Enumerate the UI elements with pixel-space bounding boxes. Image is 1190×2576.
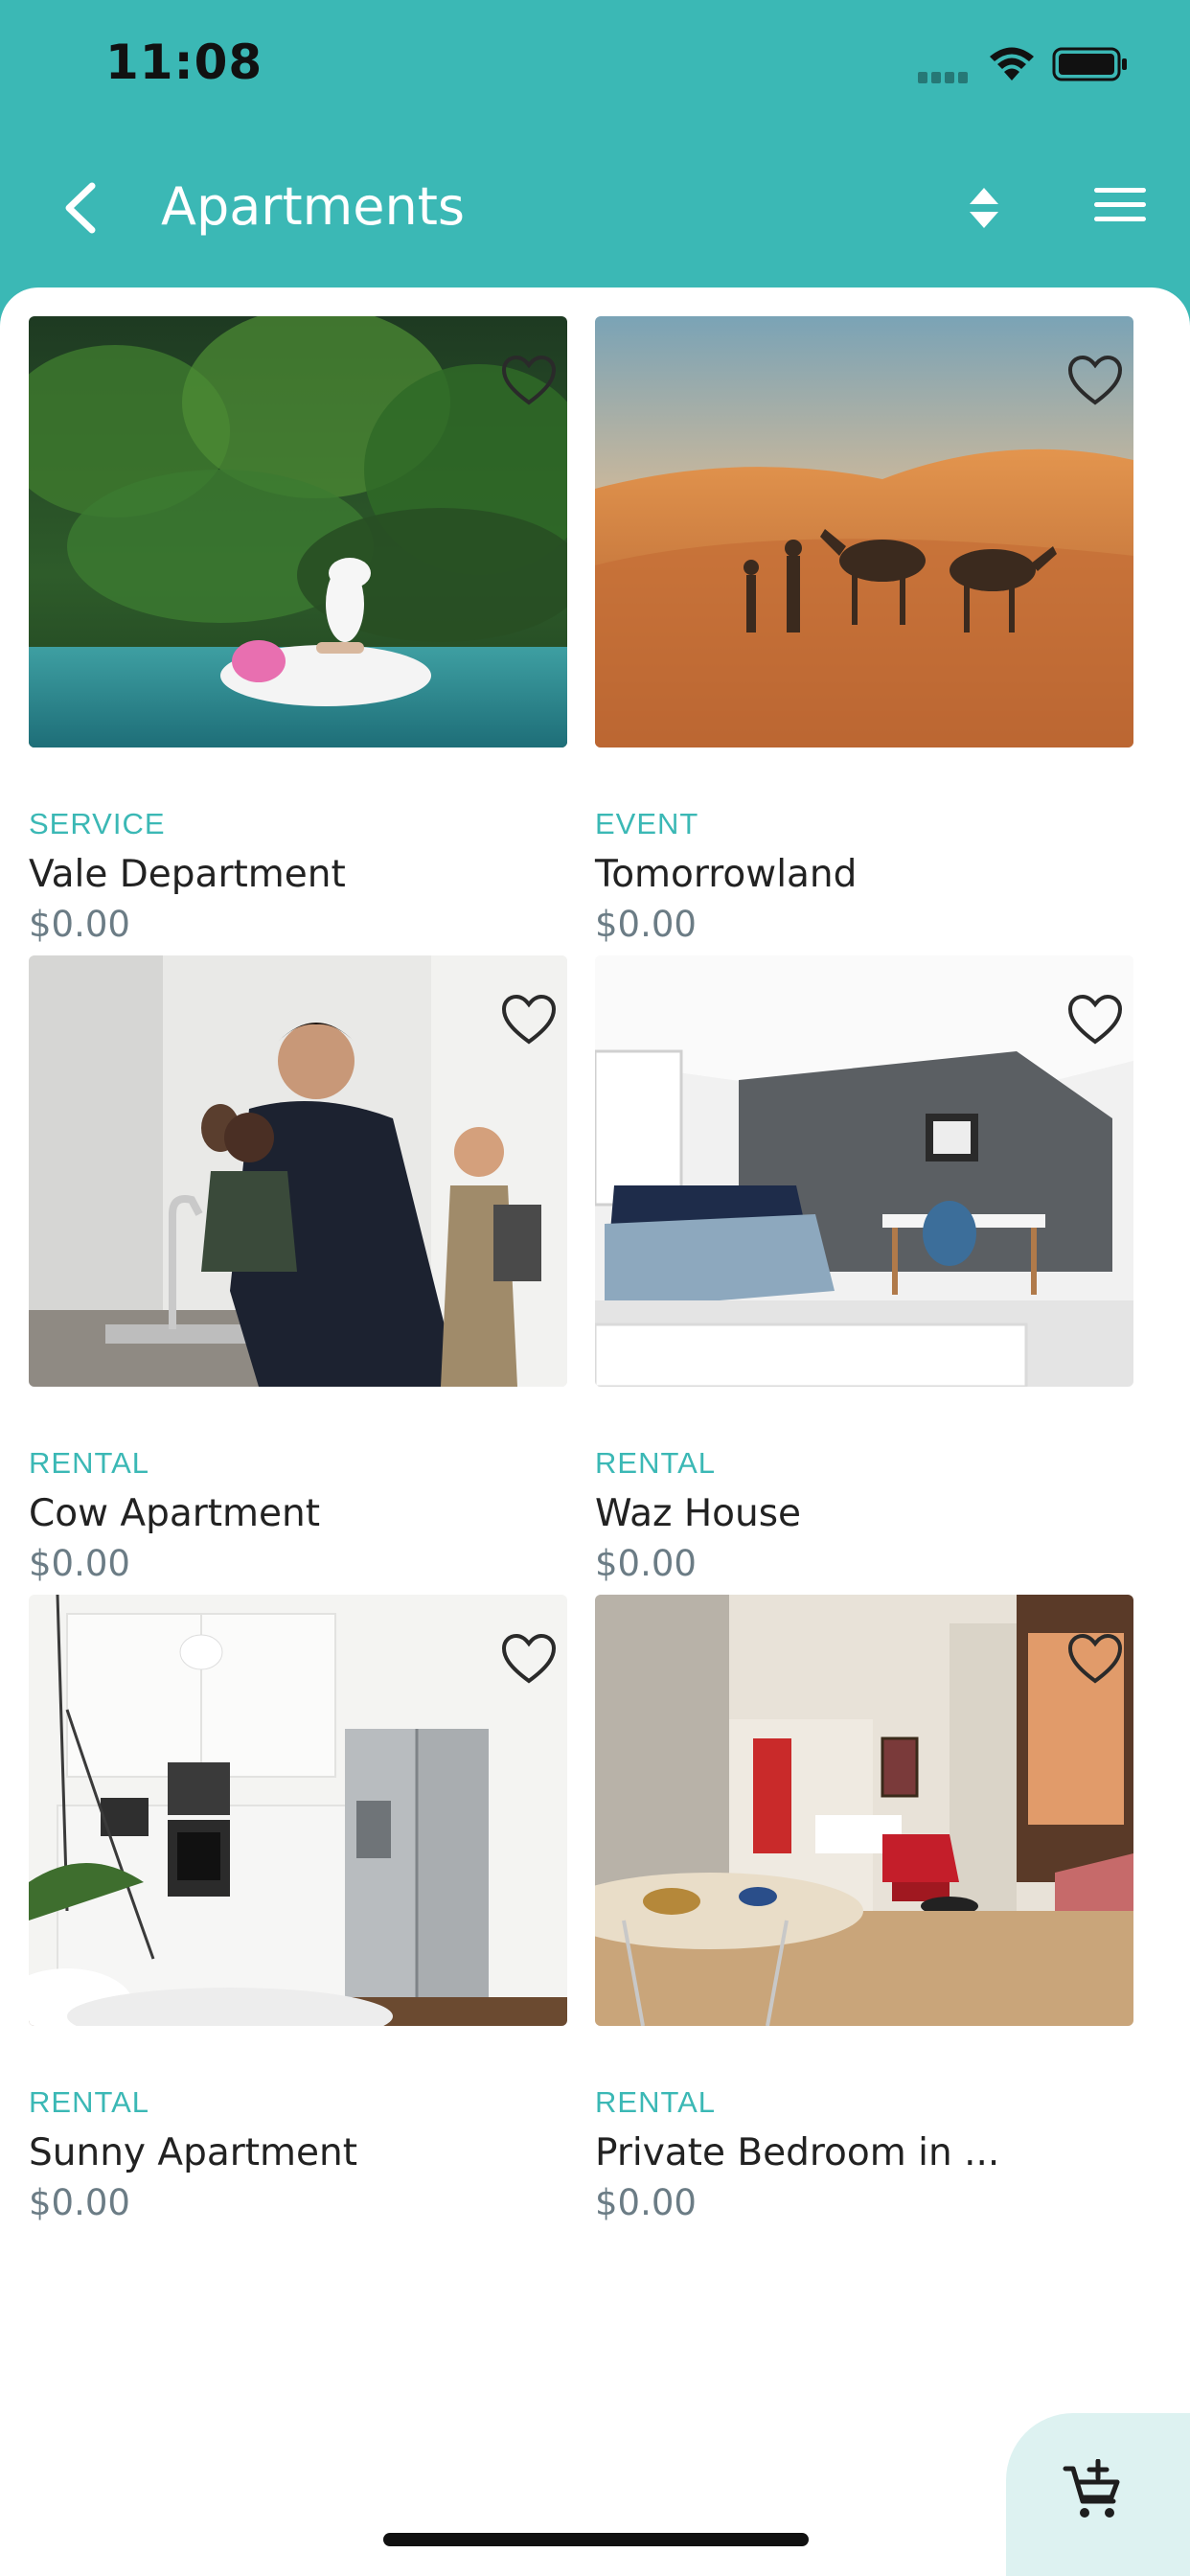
listing-category: RENTAL bbox=[595, 2085, 717, 2119]
listing-name[interactable]: Private Bedroom in ... bbox=[595, 2131, 999, 2174]
listing-category: SERVICE bbox=[29, 807, 166, 840]
cellular-signal-icon bbox=[918, 69, 972, 83]
listing-price: $0.00 bbox=[29, 2182, 130, 2223]
listing-category: RENTAL bbox=[29, 1446, 150, 1480]
status-time: 11:08 bbox=[105, 34, 263, 90]
listing-price: $0.00 bbox=[595, 904, 697, 945]
listing-image-pool[interactable] bbox=[29, 316, 567, 748]
chevron-left-icon[interactable] bbox=[57, 180, 105, 236]
listing-name[interactable]: Vale Department bbox=[29, 853, 346, 896]
listing-image-white-kitchen[interactable] bbox=[29, 1595, 567, 2026]
page-title: Apartments bbox=[161, 176, 466, 237]
heart-icon[interactable] bbox=[1066, 355, 1124, 408]
add-to-cart-button[interactable] bbox=[1006, 2413, 1190, 2576]
listing-price: $0.00 bbox=[29, 904, 130, 945]
listing-price: $0.00 bbox=[595, 1543, 697, 1584]
heart-icon[interactable] bbox=[500, 1633, 558, 1687]
listing-image-kitchen[interactable] bbox=[29, 955, 567, 1387]
listing-category: RENTAL bbox=[29, 2085, 150, 2119]
listing-price: $0.00 bbox=[29, 1543, 130, 1584]
listing-image-bedroom[interactable] bbox=[595, 955, 1133, 1387]
navigation-bar: Apartments bbox=[0, 134, 1190, 278]
heart-icon[interactable] bbox=[1066, 994, 1124, 1047]
menu-icon[interactable] bbox=[1092, 186, 1148, 224]
listing-image-living-room[interactable] bbox=[595, 1595, 1133, 2026]
add-to-cart-icon bbox=[1063, 2459, 1120, 2518]
listing-image-desert[interactable] bbox=[595, 316, 1133, 748]
heart-icon[interactable] bbox=[500, 994, 558, 1047]
heart-icon[interactable] bbox=[1066, 1633, 1124, 1687]
heart-icon[interactable] bbox=[500, 355, 558, 408]
battery-icon bbox=[1052, 47, 1127, 81]
wifi-icon bbox=[990, 47, 1034, 80]
status-bar: 11:08 bbox=[0, 0, 1190, 134]
listing-category: RENTAL bbox=[595, 1446, 717, 1480]
listing-price: $0.00 bbox=[595, 2182, 697, 2223]
listing-name[interactable]: Cow Apartment bbox=[29, 1492, 320, 1535]
sort-icon[interactable] bbox=[960, 184, 1008, 232]
listing-name[interactable]: Waz House bbox=[595, 1492, 801, 1535]
home-indicator[interactable] bbox=[383, 2533, 809, 2546]
app-screen: 11:08 Apartments SERVICE Vale Department… bbox=[0, 0, 1190, 2576]
listing-name[interactable]: Sunny Apartment bbox=[29, 2131, 357, 2174]
listing-category: EVENT bbox=[595, 807, 699, 840]
listing-name[interactable]: Tomorrowland bbox=[595, 853, 857, 896]
